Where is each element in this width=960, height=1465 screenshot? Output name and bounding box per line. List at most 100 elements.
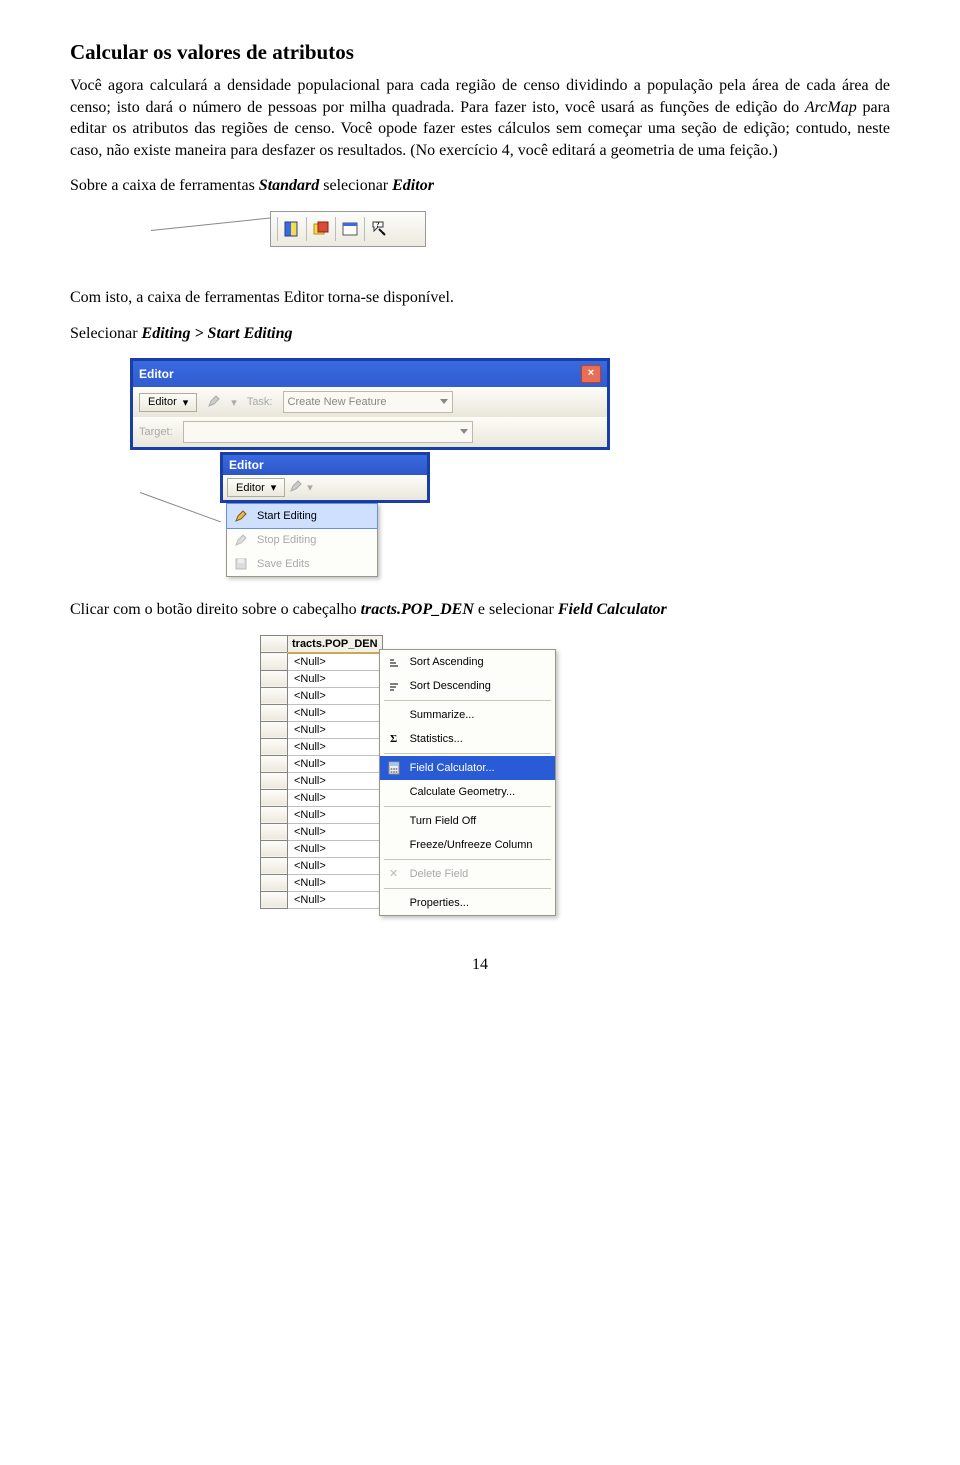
table-cell: <Null>: [288, 789, 383, 806]
editor-toolbar-small: Editor Editor ▾ ▾: [220, 452, 430, 503]
table-cell: <Null>: [288, 704, 383, 721]
paragraph-start-editing: Selecionar Editing > Start Editing: [70, 323, 890, 345]
menu-item-sort-ascending[interactable]: Sort Ascending: [380, 650, 555, 674]
arccatalog-icon[interactable]: [311, 219, 331, 239]
blank-icon: [386, 813, 402, 829]
p4-a: Selecionar: [70, 325, 142, 342]
close-icon[interactable]: ×: [581, 365, 601, 383]
table-cell: <Null>: [288, 687, 383, 704]
attribute-table: tracts.POP_DEN <Null> <Null> <Null> <Nul…: [260, 635, 383, 909]
table-cell: <Null>: [288, 823, 383, 840]
p2-standard: Standard: [259, 177, 319, 194]
menu-item-label: Freeze/Unfreeze Column: [410, 839, 533, 851]
menu-item-label: Sort Ascending: [410, 656, 484, 668]
menu-item-stop-editing: Stop Editing: [227, 528, 377, 552]
p4-path: Editing > Start Editing: [142, 325, 293, 342]
menu-item-label: Stop Editing: [257, 534, 316, 546]
menu-item-label: Properties...: [410, 897, 469, 909]
menu-item-label: Field Calculator...: [410, 762, 495, 774]
table-cell: <Null>: [288, 721, 383, 738]
row-selector[interactable]: [261, 704, 288, 721]
row-selector[interactable]: [261, 772, 288, 789]
page-number: 14: [70, 956, 890, 974]
row-selector[interactable]: [261, 738, 288, 755]
table-cell: <Null>: [288, 806, 383, 823]
pencil-icon: [289, 479, 303, 496]
table-cell: <Null>: [288, 840, 383, 857]
row-selector[interactable]: [261, 857, 288, 874]
save-icon: [233, 556, 249, 572]
editor-toolbar-small-title: Editor: [223, 455, 427, 475]
table-cell: <Null>: [288, 755, 383, 772]
window-icon[interactable]: [340, 219, 360, 239]
pencil-icon: [207, 394, 221, 411]
editor-menu-button-label: Editor: [236, 482, 265, 494]
editor-menu-button[interactable]: Editor ▾: [227, 478, 285, 497]
row-selector[interactable]: [261, 789, 288, 806]
row-selector[interactable]: [261, 891, 288, 908]
menu-item-field-calculator[interactable]: Field Calculator...: [380, 756, 555, 780]
table-cell: <Null>: [288, 670, 383, 687]
sort-asc-icon: [386, 654, 402, 670]
chevron-down-icon: ▾: [183, 396, 189, 409]
callout-line: [140, 492, 221, 522]
menu-item-label: Delete Field: [410, 868, 469, 880]
row-selector[interactable]: [261, 653, 288, 671]
menu-item-label: Sort Descending: [410, 680, 491, 692]
section-heading: Calcular os valores de atributos: [70, 40, 890, 65]
table-cell: <Null>: [288, 891, 383, 908]
menu-item-properties[interactable]: Properties...: [380, 891, 555, 915]
row-selector[interactable]: [261, 755, 288, 772]
table-cell: <Null>: [288, 738, 383, 755]
row-selector[interactable]: [261, 823, 288, 840]
menu-item-label: Statistics...: [410, 733, 463, 745]
chevron-down-icon: ▾: [307, 481, 313, 494]
editor-icon[interactable]: [282, 219, 302, 239]
menu-item-freeze-column[interactable]: Freeze/Unfreeze Column: [380, 833, 555, 857]
menu-item-statistics[interactable]: Σ Statistics...: [380, 727, 555, 751]
editor-toolbar-titlebar: Editor ×: [133, 361, 607, 387]
p5-fc: Field Calculator: [558, 601, 667, 618]
column-header-pop-den[interactable]: tracts.POP_DEN: [288, 635, 383, 653]
help-icon[interactable]: ?: [369, 219, 389, 239]
menu-item-label: Turn Field Off: [410, 815, 477, 827]
menu-item-summarize[interactable]: Summarize...: [380, 703, 555, 727]
table-cell: <Null>: [288, 874, 383, 891]
chevron-down-icon: ▾: [231, 396, 237, 409]
menu-item-label: Save Edits: [257, 558, 310, 570]
menu-item-turn-field-off[interactable]: Turn Field Off: [380, 809, 555, 833]
p2-a: Sobre a caixa de ferramentas: [70, 177, 259, 194]
chevron-down-icon: ▾: [271, 481, 277, 494]
table-cell: <Null>: [288, 857, 383, 874]
menu-item-label: Calculate Geometry...: [410, 786, 516, 798]
pencil-icon: [233, 508, 249, 524]
p2-c: selecionar: [319, 177, 392, 194]
menu-item-calculate-geometry[interactable]: Calculate Geometry...: [380, 780, 555, 804]
row-selector[interactable]: [261, 670, 288, 687]
menu-item-start-editing[interactable]: Start Editing: [226, 503, 378, 529]
paragraph-editor-available: Com isto, a caixa de ferramentas Editor …: [70, 287, 890, 309]
row-selector[interactable]: [261, 721, 288, 738]
row-selector[interactable]: [261, 806, 288, 823]
p2-editor: Editor: [392, 177, 434, 194]
table-corner: [261, 635, 288, 653]
blank-icon: [386, 837, 402, 853]
menu-item-sort-descending[interactable]: Sort Descending: [380, 674, 555, 698]
task-combo-value: Create New Feature: [288, 396, 387, 408]
task-combo[interactable]: Create New Feature: [283, 391, 453, 413]
blank-icon: [386, 784, 402, 800]
row-selector[interactable]: [261, 874, 288, 891]
row-selector[interactable]: [261, 687, 288, 704]
target-combo[interactable]: [183, 421, 473, 443]
row-selector[interactable]: [261, 840, 288, 857]
sort-desc-icon: [386, 678, 402, 694]
delete-icon: ✕: [386, 866, 402, 882]
menu-item-delete-field: ✕ Delete Field: [380, 862, 555, 886]
paragraph-intro: Você agora calculará a densidade populac…: [70, 75, 890, 161]
editor-toolbar-window: Editor × Editor ▾ ▾ Task: Create New Fea…: [130, 358, 610, 450]
editor-menu-button[interactable]: Editor ▾: [139, 393, 197, 412]
table-cell: <Null>: [288, 772, 383, 789]
attribute-table-screenshot: tracts.POP_DEN <Null> <Null> <Null> <Nul…: [260, 635, 890, 916]
field-context-menu: Sort Ascending Sort Descending Summarize…: [379, 649, 556, 916]
svg-text:?: ?: [376, 221, 380, 229]
